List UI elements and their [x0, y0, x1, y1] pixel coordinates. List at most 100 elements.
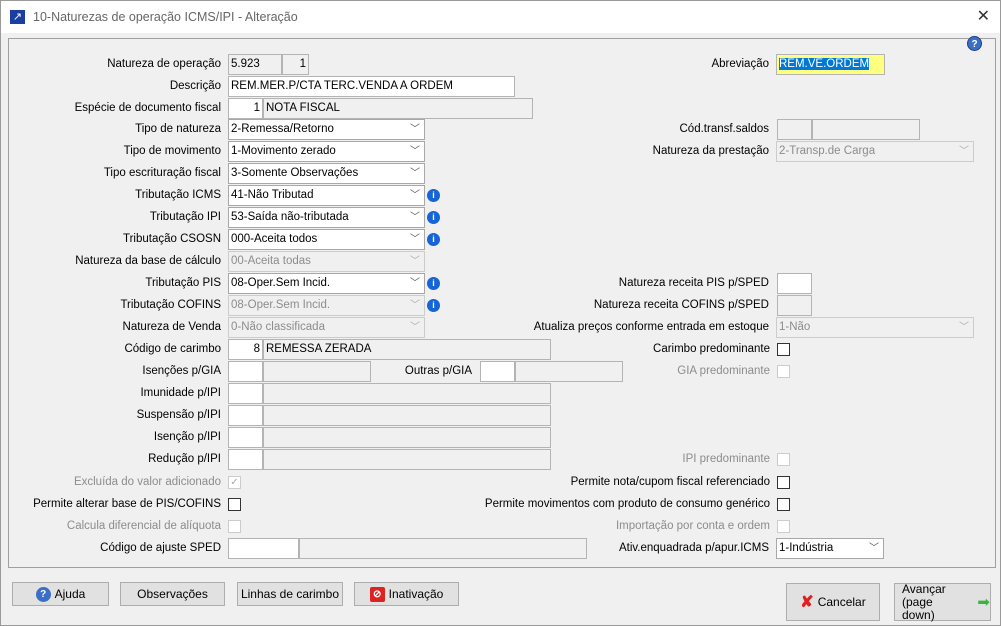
selected-value: 3-Somente Observações: [231, 167, 359, 179]
especie-label: Espécie de documento fiscal: [74, 102, 221, 114]
chevron-down-icon: ﹀: [410, 322, 420, 333]
cofins-info-icon[interactable]: i: [427, 299, 440, 312]
cancel-button[interactable]: ✘ Cancelar: [786, 583, 880, 621]
cod-carimbo-code-input[interactable]: 8: [228, 339, 263, 360]
chevron-down-icon: ﹀: [959, 322, 969, 333]
selected-value: 1-Indústria: [779, 542, 834, 554]
excluida-va-checkbox: ✓: [228, 476, 241, 489]
trib-csosn-select[interactable]: 000-Aceita todos ﹀: [228, 229, 425, 250]
suspensao-ipi-code-input[interactable]: [228, 405, 263, 426]
cod-ajuste-sped-code-input[interactable]: [228, 538, 299, 559]
cancel-button-label: Cancelar: [817, 595, 866, 609]
isencoes-gia-description: [263, 361, 371, 382]
ipi-info-icon[interactable]: i: [427, 211, 440, 224]
abbreviation-value: REM.VE.ORDEM: [779, 58, 870, 70]
selected-value: 53-Saída não-tributada: [231, 211, 349, 223]
especie-code-input[interactable]: 1: [228, 98, 263, 119]
selected-value: 000-Aceita todos: [231, 233, 318, 245]
chevron-down-icon: ﹀: [410, 256, 420, 267]
cod-carimbo-label: Código de carimbo: [124, 343, 221, 355]
imunidade-ipi-label: Imunidade p/IPI: [140, 387, 221, 399]
trib-icms-label: Tributação ICMS: [135, 189, 221, 201]
dialog-window: ↗ 10-Naturezas de operação ICMS/IPI - Al…: [0, 0, 1001, 626]
inactivation-button[interactable]: ⊘ Inativação: [354, 582, 459, 606]
natureza-prestacao-select: 2-Transp.de Carga ﹀: [776, 141, 974, 162]
trib-ipi-label: Tributação IPI: [149, 211, 221, 223]
selected-value: 0-Não classificada: [231, 321, 325, 333]
nat-base-calc-label: Natureza da base de cálculo: [75, 255, 221, 267]
selected-value: 2-Remessa/Retorno: [231, 123, 334, 135]
chevron-down-icon: ﹀: [410, 168, 420, 179]
operation-seq-input: 1: [282, 54, 309, 75]
chevron-down-icon: ﹀: [410, 190, 420, 201]
abbreviation-input[interactable]: REM.VE.ORDEM: [776, 54, 885, 75]
app-icon: ↗: [10, 10, 25, 24]
chevron-down-icon: ﹀: [410, 124, 420, 135]
outras-gia-code-input[interactable]: [480, 361, 515, 382]
selected-value: 1-Não: [779, 321, 811, 333]
help-icon[interactable]: ?: [967, 36, 982, 51]
tipo-natureza-label: Tipo de natureza: [135, 123, 221, 135]
natureza-operacao-label: Natureza de operação: [107, 58, 221, 70]
natureza-prestacao-label: Natureza da prestação: [652, 145, 769, 157]
window-title: 10-Naturezas de operação ICMS/IPI - Alte…: [33, 10, 298, 24]
ativ-enquadrada-select[interactable]: 1-Indústria ﹀: [776, 538, 884, 559]
ativ-enquadrada-label: Ativ.enquadrada p/apur.ICMS: [618, 542, 769, 554]
transfer-description: [812, 119, 920, 140]
isencao-ipi-code-input[interactable]: [228, 427, 263, 448]
arrow-right-icon: ➡: [977, 594, 990, 611]
csosn-info-icon[interactable]: i: [427, 233, 440, 246]
next-button-sublabel: (page down): [902, 594, 935, 622]
carimbo-pred-checkbox[interactable]: [777, 343, 790, 356]
stamp-lines-button[interactable]: Linhas de carimbo: [237, 582, 343, 606]
imunidade-ipi-code-input[interactable]: [228, 383, 263, 404]
atualiza-precos-select: 1-Não ﹀: [776, 317, 974, 338]
abreviacao-label: Abreviação: [711, 58, 769, 70]
importacao-checkbox: [777, 520, 790, 533]
reducao-ipi-description: [263, 449, 551, 470]
permite-nota-checkbox[interactable]: [777, 476, 790, 489]
next-button-label: Avançar: [902, 581, 946, 596]
trib-pis-select[interactable]: 08-Oper.Sem Incid. ﹀: [228, 273, 425, 294]
chevron-down-icon: ﹀: [410, 212, 420, 223]
description-input[interactable]: REM.MER.P/CTA TERC.VENDA A ORDEM: [228, 76, 515, 97]
atualiza-precos-label: Atualiza preços conforme entrada em esto…: [533, 321, 769, 333]
isencao-ipi-description: [263, 427, 551, 448]
chevron-down-icon: ﹀: [959, 146, 969, 157]
permite-mov-checkbox[interactable]: [777, 498, 790, 511]
nat-venda-label: Natureza de Venda: [122, 321, 221, 333]
cod-transf-label: Cód.transf.saldos: [679, 123, 770, 135]
pis-info-icon[interactable]: i: [427, 277, 440, 290]
imunidade-ipi-description: [263, 383, 551, 404]
trib-csosn-label: Tributação CSOSN: [123, 233, 221, 245]
isencoes-gia-label: Isenções p/GIA: [142, 365, 221, 377]
icms-info-icon[interactable]: i: [427, 189, 440, 202]
selected-value: 41-Não Tributad: [231, 189, 314, 201]
trib-cofins-select: 08-Oper.Sem Incid. ﹀: [228, 295, 425, 316]
suspensao-ipi-label: Suspensão p/IPI: [136, 409, 221, 421]
next-button[interactable]: Avançar (page down) ➡: [894, 581, 991, 622]
trib-pis-label: Tributação PIS: [145, 277, 221, 289]
reducao-ipi-label: Redução p/IPI: [148, 453, 221, 465]
cancel-icon: ✘: [800, 594, 814, 611]
tipo-escrituracao-select[interactable]: 3-Somente Observações ﹀: [228, 163, 425, 184]
ipi-pred-label: IPI predominante: [682, 453, 770, 465]
observations-button[interactable]: Observações: [120, 582, 225, 606]
help-button[interactable]: ? Ajuda: [12, 582, 109, 606]
trib-ipi-select[interactable]: 53-Saída não-tributada ﹀: [228, 207, 425, 228]
tipo-movimento-select[interactable]: 1-Movimento zerado ﹀: [228, 141, 425, 162]
cod-ajuste-sped-label: Código de ajuste SPED: [100, 542, 221, 554]
reducao-ipi-code-input[interactable]: [228, 449, 263, 470]
close-icon[interactable]: ✕: [977, 6, 990, 26]
cofins-revenue-input: [777, 295, 812, 316]
help-icon: ?: [35, 586, 51, 602]
tipo-escrituracao-label: Tipo escrituração fiscal: [103, 167, 221, 179]
tipo-natureza-select[interactable]: 2-Remessa/Retorno ﹀: [228, 119, 425, 140]
selected-value: 08-Oper.Sem Incid.: [231, 299, 331, 311]
ipi-pred-checkbox: [777, 453, 790, 466]
permite-alterar-pis-checkbox[interactable]: [228, 498, 241, 511]
selected-value: 2-Transp.de Carga: [779, 145, 876, 157]
trib-icms-select[interactable]: 41-Não Tributad ﹀: [228, 185, 425, 206]
isencoes-gia-code-input[interactable]: [228, 361, 263, 382]
pis-revenue-input[interactable]: [777, 273, 812, 294]
